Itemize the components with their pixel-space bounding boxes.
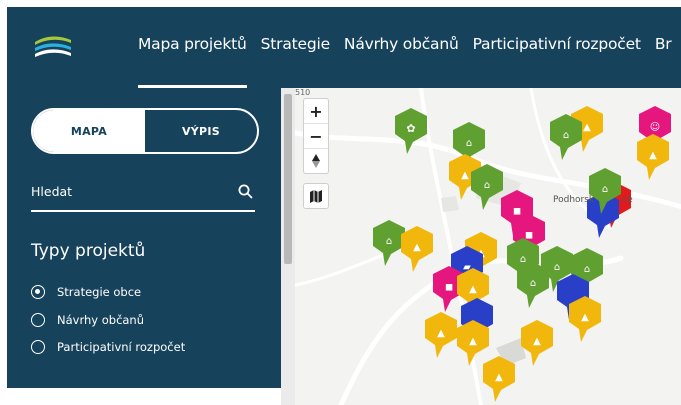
radio-button[interactable] [31, 313, 45, 327]
svg-text:⌂: ⌂ [484, 180, 490, 191]
marker-yellow-cone[interactable]: ▲ [457, 320, 489, 366]
marker-green-house[interactable]: ⌂ [517, 262, 549, 308]
nav-more[interactable]: Br [648, 7, 679, 88]
radio-label: Návrhy občanů [57, 313, 145, 327]
radio-label: Participativní rozpočet [57, 340, 186, 354]
map-scrollbar[interactable] [281, 88, 295, 405]
logo-icon[interactable] [34, 34, 72, 60]
search-icon[interactable] [238, 184, 253, 199]
radio-button[interactable] [31, 340, 45, 354]
marker-yellow-cone[interactable]: ▲ [425, 312, 457, 358]
marker-yellow-cone[interactable]: ▲ [521, 320, 553, 366]
project-types-heading: Typy projektů [31, 241, 146, 261]
svg-text:⌂: ⌂ [563, 130, 569, 141]
marker-green-tree[interactable]: ✿ [395, 108, 427, 154]
nav-navrhy-obcanu[interactable]: Návrhy občanů [337, 7, 466, 88]
svg-text:▲: ▲ [461, 170, 469, 181]
nav-strategie[interactable]: Strategie [254, 7, 337, 88]
view-toggle: MAPA VÝPIS [31, 108, 259, 154]
svg-text:◼: ◼ [525, 230, 533, 241]
radio-participativni-rozpocet[interactable]: Participativní rozpočet [31, 340, 185, 354]
map-layers-button[interactable] [304, 184, 328, 208]
svg-text:⌂: ⌂ [530, 278, 536, 289]
search-input[interactable] [31, 176, 221, 206]
compass-button[interactable] [304, 149, 328, 173]
project-map[interactable]: ✿ ⌂ ▲ ⌂ ☺ ▲ ▲ ⌂ ⌂ ◼ ◼ ⌂ ▲ ▲ ▰ ⌂ ⌂ ⌂ ◼ ▲ … [281, 88, 681, 405]
layer-control [303, 183, 329, 209]
svg-text:◼: ◼ [445, 282, 453, 293]
svg-text:▲: ▲ [469, 336, 477, 347]
toggle-list-button[interactable]: VÝPIS [145, 110, 257, 152]
radio-navrhy-obcanu[interactable]: Návrhy občanů [31, 313, 144, 327]
svg-text:▲: ▲ [649, 150, 657, 161]
svg-text:⌂: ⌂ [602, 184, 608, 195]
svg-text:⌂: ⌂ [584, 264, 590, 275]
nav-mapa-projektu[interactable]: Mapa projektů [131, 7, 254, 88]
svg-text:⌂: ⌂ [520, 254, 526, 265]
svg-text:▲: ▲ [533, 336, 541, 347]
toggle-map-button[interactable]: MAPA [33, 110, 145, 152]
compass-icon [312, 154, 320, 168]
zoom-in-button[interactable]: + [304, 99, 328, 124]
svg-text:▲: ▲ [469, 284, 477, 295]
map-elevation-label: 510 [295, 88, 311, 97]
marker-green-house[interactable]: ⌂ [550, 114, 582, 160]
svg-text:◼: ◼ [513, 206, 521, 217]
map-icon [310, 189, 322, 203]
svg-text:▲: ▲ [581, 312, 589, 323]
top-navigation-bar: Mapa projektů Strategie Návrhy občanů Pa… [7, 7, 681, 88]
map-place-label: Podhorsk ce [553, 195, 633, 205]
svg-text:▲: ▲ [495, 372, 503, 383]
search-box [31, 176, 255, 212]
map-markers: ✿ ⌂ ▲ ⌂ ☺ ▲ ▲ ⌂ ⌂ ◼ ◼ ⌂ ▲ ▲ ▰ ⌂ ⌂ ⌂ ◼ ▲ … [373, 106, 671, 402]
svg-text:⌂: ⌂ [466, 138, 472, 149]
filter-sidebar: MAPA VÝPIS Typy projektů Strategie obce … [7, 88, 281, 388]
marker-yellow-cone[interactable]: ▲ [569, 296, 601, 342]
scrollbar-thumb[interactable] [284, 94, 292, 264]
main-nav: Mapa projektů Strategie Návrhy občanů Pa… [131, 7, 678, 88]
radio-strategie-obce[interactable]: Strategie obce [31, 285, 141, 299]
zoom-out-button[interactable]: − [304, 124, 328, 149]
marker-yellow-cone[interactable]: ▲ [483, 356, 515, 402]
radio-label: Strategie obce [57, 285, 142, 299]
svg-text:✿: ✿ [406, 122, 415, 135]
svg-text:☺: ☺ [650, 122, 660, 133]
svg-text:⌂: ⌂ [554, 262, 560, 273]
marker-green-house[interactable]: ⌂ [471, 164, 503, 210]
marker-yellow-cone[interactable]: ▲ [637, 134, 669, 180]
radio-button[interactable] [31, 285, 45, 299]
svg-text:⌂: ⌂ [386, 236, 392, 247]
svg-text:▲: ▲ [413, 242, 421, 253]
marker-yellow-cone[interactable]: ▲ [401, 226, 433, 272]
svg-text:▲: ▲ [437, 328, 445, 339]
zoom-control: + − [303, 98, 329, 174]
svg-text:▲: ▲ [583, 122, 591, 133]
nav-participativni-rozpocet[interactable]: Participativní rozpočet [466, 7, 648, 88]
marker-green-house[interactable]: ⌂ [373, 220, 405, 266]
